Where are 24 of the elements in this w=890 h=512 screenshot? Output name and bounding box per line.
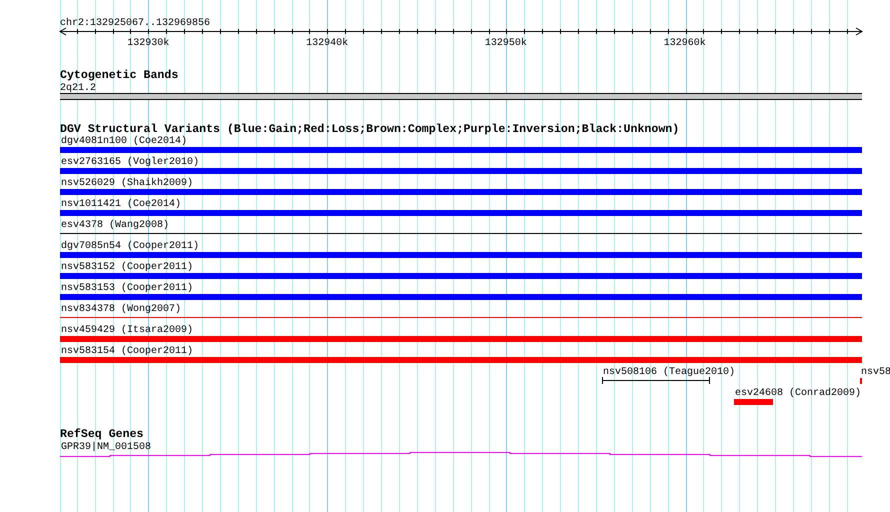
tick-label: 132930k <box>127 38 170 49</box>
tick-label: 132940k <box>306 38 348 49</box>
variant-label: nsv459429 (Itsara2009) <box>61 325 194 336</box>
variant-label: nsv834378 (Wong2007) <box>61 304 182 315</box>
variant-label: esv24608 (Conrad2009) <box>735 388 862 399</box>
track-title: DGV Structural Variants (Blue:Gain;Red:Loss;Brown:Complex;Purple:Inversion;Black:Unknown) <box>60 123 680 136</box>
variant-label: dgv7085n54 (Cooper2011) <box>61 241 200 252</box>
variant-label: esv2763165 (Vogler2010) <box>61 157 200 168</box>
variant-label: nsv526029 (Shaikh2009) <box>61 178 194 189</box>
tick-label: 132960k <box>664 38 706 49</box>
variant-label: esv4378 (Wang2008) <box>61 220 170 231</box>
variant-label: nsv583152 (Cooper2011) <box>61 262 194 273</box>
track-title: RefSeq Genes <box>60 428 144 441</box>
tick-label: 132950k <box>484 38 527 49</box>
range-label: chr2:132925067..132969856 <box>60 18 210 29</box>
variant-label: nsv583153 (Cooper2011) <box>61 283 194 294</box>
variant-label: nsv58 <box>861 367 890 378</box>
variant-label: nsv508106 (Teague2010) <box>603 367 736 378</box>
track-title: Cytogenetic Bands <box>60 69 178 82</box>
variant-label: nsv583154 (Cooper2011) <box>61 346 194 357</box>
gene-label: GPR39|NM_001508 <box>61 442 152 453</box>
band-label: 2q21.2 <box>60 83 96 94</box>
variant-label: dgv4081n100 (Coe2014) <box>61 136 188 147</box>
variant-label: nsv1011421 (Coe2014) <box>61 199 182 210</box>
